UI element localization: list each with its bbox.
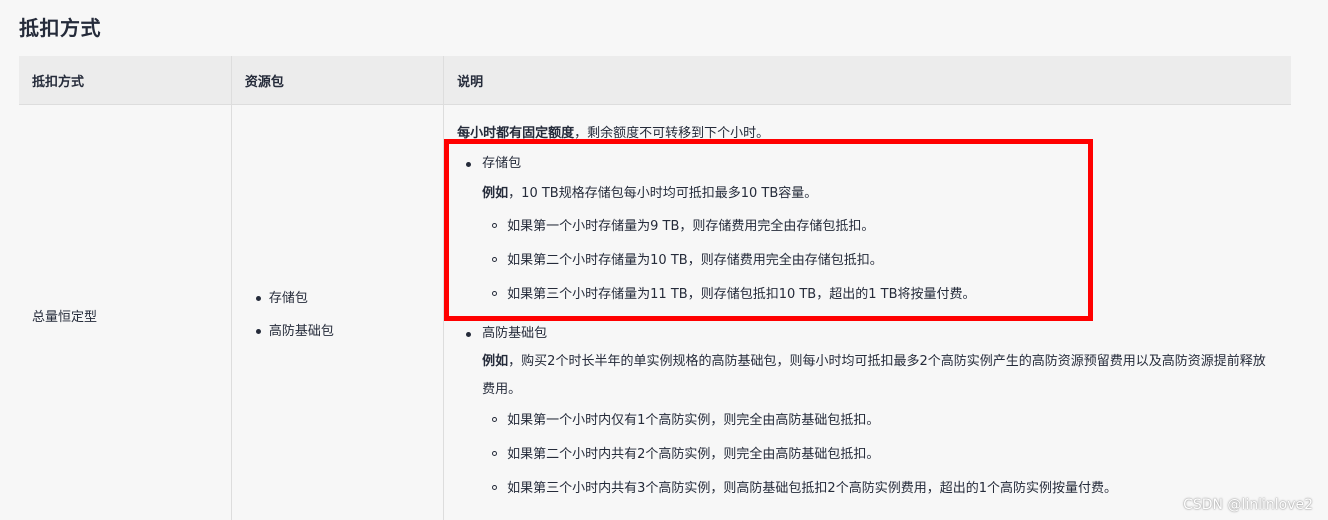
anti-ddos-package-name: 高防基础包 [482, 326, 548, 341]
package-item: 存储包 [255, 282, 443, 315]
case-item: 如果第三个小时内共有3个高防实例，则高防基础包抵扣2个高防实例费用，超出的1个高… [492, 472, 1266, 506]
watermark: CSDN @linlinlove2 [1183, 497, 1313, 513]
case-item: 如果第二个小时内共有2个高防实例，则完全由高防基础包抵扣。 [492, 438, 1266, 472]
table-header-row: 抵扣方式 资源包 说明 [19, 56, 1291, 105]
header-description: 说明 [443, 56, 1291, 105]
example-text: ，购买2个时长半年的单实例规格的高防基础包，则每小时均可抵扣最多2个高防实例产生… [482, 354, 1266, 397]
header-package: 资源包 [231, 56, 445, 105]
anti-ddos-example: 例如，购买2个时长半年的单实例规格的高防基础包，则每小时均可抵扣最多2个高防实例… [482, 348, 1266, 404]
header-method: 抵扣方式 [19, 56, 232, 105]
package-item: 高防基础包 [255, 315, 443, 348]
list-item-anti-ddos: 高防基础包 例如，购买2个时长半年的单实例规格的高防基础包，则每小时均可抵扣最多… [466, 322, 1266, 506]
package-list: 存储包 高防基础包 [232, 282, 443, 348]
example-bold: 例如 [482, 354, 509, 369]
cell-method: 总量恒定型 [19, 104, 232, 520]
highlight-box [444, 139, 1093, 321]
cell-packages: 存储包 高防基础包 [231, 104, 445, 520]
anti-ddos-cases: 如果第一个小时内仅有1个高防实例，则完全由高防基础包抵扣。 如果第二个小时内共有… [482, 404, 1266, 506]
case-item: 如果第一个小时内仅有1个高防实例，则完全由高防基础包抵扣。 [492, 404, 1266, 438]
section-title: 抵扣方式 [19, 16, 101, 40]
page: 抵扣方式 抵扣方式 资源包 说明 总量恒定型 存储包 高防基础包 每小时都有固定… [0, 0, 1328, 520]
